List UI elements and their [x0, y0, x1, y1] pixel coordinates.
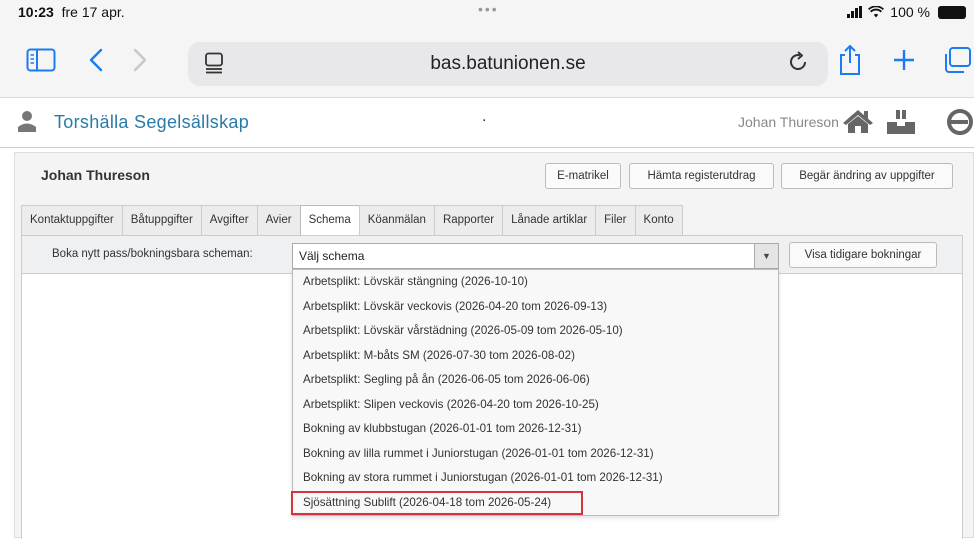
dropdown-option-highlighted[interactable]: Sjösättning Sublift (2026-04-18 tom 2026…	[291, 490, 583, 515]
dropdown-option[interactable]: Arbetsplikt: Segling på ån (2026-06-05 t…	[293, 368, 778, 393]
status-bar: 10:23 fre 17 apr. ••• 100 %	[0, 0, 974, 28]
registerutdrag-button[interactable]: Hämta registerutdrag	[629, 163, 774, 189]
tab-kontaktuppgifter[interactable]: Kontaktuppgifter	[21, 205, 123, 235]
tab-bar: Kontaktuppgifter Båtuppgifter Avgifter A…	[21, 205, 683, 236]
back-icon[interactable]	[88, 48, 104, 72]
ematrikel-button[interactable]: E-matrikel	[545, 163, 621, 189]
tab-schema[interactable]: Schema	[299, 205, 360, 236]
cellular-icon	[847, 6, 863, 18]
show-previous-bookings-button[interactable]: Visa tidigare bokningar	[789, 242, 937, 268]
tab-batuppgifter[interactable]: Båtuppgifter	[121, 205, 202, 235]
dropdown-option[interactable]: Bokning av lilla rummet i Juniorstugan (…	[293, 442, 778, 467]
schema-select[interactable]: Välj schema ▼	[292, 243, 779, 269]
status-time: 10:23 fre 17 apr.	[18, 4, 125, 20]
reload-icon[interactable]	[788, 50, 810, 74]
tab-lanade-artiklar[interactable]: Lånade artiklar	[502, 205, 597, 235]
tab-koanmalan[interactable]: Köanmälan	[358, 205, 435, 235]
tab-filer[interactable]: Filer	[595, 205, 636, 235]
dropdown-option[interactable]: Arbetsplikt: M-båts SM (2026-07-30 tom 2…	[293, 344, 778, 369]
booking-label: Boka nytt pass/bokningsbara scheman:	[52, 248, 253, 260]
schema-dropdown: Arbetsplikt: Lövskär stängning (2026-10-…	[291, 269, 779, 516]
header-separator: .	[482, 108, 487, 125]
multitask-dots[interactable]: •••	[478, 1, 499, 17]
chevron-down-icon[interactable]: ▼	[754, 244, 778, 268]
person-icon	[18, 111, 36, 132]
home-icon[interactable]	[842, 108, 874, 134]
wifi-icon	[868, 6, 885, 18]
status-date: fre 17 apr.	[61, 4, 125, 20]
user-name[interactable]: Johan Thureson	[738, 114, 839, 130]
new-tab-icon[interactable]	[892, 48, 916, 72]
tab-konto[interactable]: Konto	[634, 205, 683, 235]
share-icon[interactable]	[838, 44, 862, 76]
tab-avgifter[interactable]: Avgifter	[200, 205, 258, 235]
member-panel: Johan Thureson E-matrikel Hämta register…	[14, 152, 974, 539]
battery-icon	[938, 5, 966, 19]
request-change-button[interactable]: Begär ändring av uppgifter	[781, 163, 953, 189]
battery-percent: 100 %	[890, 4, 930, 20]
dropdown-option[interactable]: Bokning av klubbstugan (2026-01-01 tom 2…	[293, 417, 778, 442]
dropdown-option[interactable]: Arbetsplikt: Lövskär vårstädning (2026-0…	[293, 319, 778, 344]
browser-toolbar: bas.batunionen.se	[0, 28, 974, 98]
schema-content: Boka nytt pass/bokningsbara scheman: Väl…	[21, 235, 963, 539]
dropdown-option[interactable]: Arbetsplikt: Lövskär stängning (2026-10-…	[293, 270, 778, 295]
status-indicators: 100 %	[847, 4, 966, 20]
address-bar[interactable]: bas.batunionen.se	[188, 42, 828, 86]
tab-rapporter[interactable]: Rapporter	[433, 205, 504, 235]
boat-icon[interactable]	[884, 109, 918, 135]
dropdown-option[interactable]: Arbetsplikt: Slipen veckovis (2026-04-20…	[293, 393, 778, 418]
tab-avier[interactable]: Avier	[256, 205, 301, 235]
dropdown-option[interactable]: Arbetsplikt: Lövskär veckovis (2026-04-2…	[293, 295, 778, 320]
dropdown-option[interactable]: Bokning av stora rummet i Juniorstugan (…	[293, 466, 778, 491]
logout-icon[interactable]	[946, 108, 974, 136]
url-text[interactable]: bas.batunionen.se	[188, 53, 828, 75]
clock: 10:23	[18, 4, 54, 20]
site-header: Torshälla Segelsällskap . Johan Thureson	[0, 98, 974, 148]
tabs-icon[interactable]	[942, 46, 972, 74]
member-name: Johan Thureson	[41, 167, 150, 183]
club-name-link[interactable]: Torshälla Segelsällskap	[54, 112, 249, 133]
forward-icon[interactable]	[132, 48, 148, 72]
schema-select-value[interactable]: Välj schema	[299, 249, 364, 263]
sidebar-icon[interactable]	[26, 48, 56, 72]
